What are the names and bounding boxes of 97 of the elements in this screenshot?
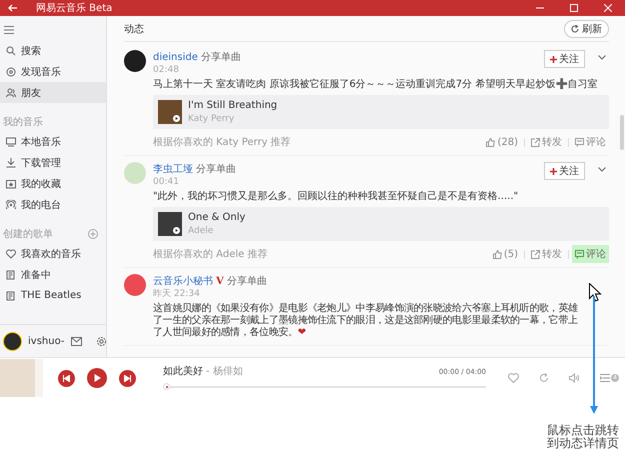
annotation-note: 鼠标点击跳转到动态详情页 [547,424,619,450]
song-card[interactable]: I'm Still Breathing Katy Perry [153,95,609,129]
download-icon [6,158,16,168]
sidebar-item[interactable]: 我的电台 [0,194,106,215]
next-button[interactable] [119,370,136,386]
song-title: I'm Still Breathing [188,100,278,111]
cursor-icon [589,283,602,302]
post-text: "此外，我的坏习惯又是那么多。回顾以往的种种我甚至怀疑自己是不是有资格....." [153,191,520,203]
follow-button[interactable]: 关注 [544,162,585,180]
post-text: 这首姚贝娜的《如果没有你》是电影《老炮儿》中李易峰饰演的张晓波给六爷塞上耳机听的歌，英雄了一生的父亲在那一刻戴上了墨镜掩饰住流下的眼泪，这是这部刚硬的电影里最柔软的一幕，它带上了人世间最好的感情，各位晚安。❤ [153,303,579,339]
post-time: 00:41 [153,176,179,188]
repeat-button[interactable] [539,373,549,383]
song-artist: Katy Perry [188,114,236,124]
window-title: 网易云音乐 Beta [36,2,112,15]
scrollbar-thumb[interactable] [620,115,624,150]
share-icon [531,250,540,258]
play-icon [94,374,100,382]
album-cover [0,359,35,397]
post-time: 昨天 22:34 [153,288,200,300]
section-heading: 创建的歌单 [3,228,53,241]
playlist-icon [6,270,16,280]
song-title: One & Only [188,212,246,223]
comment-button[interactable]: 评论 [572,245,609,263]
share-icon [531,138,540,146]
settings-icon [96,336,106,346]
plus-icon [550,168,557,174]
comment-icon [575,138,584,146]
song-artist: Adele [188,226,214,236]
share-action: 分享单曲 [196,162,236,176]
skip-forward-icon [124,374,131,382]
chevron-down-icon [598,55,606,60]
sidebar-item[interactable]: 搜索 [0,40,106,61]
thumbs-up-icon [486,138,496,146]
sidebar-item[interactable]: 我的收藏 [0,173,106,194]
plus-icon [550,56,557,62]
follow-button[interactable]: 关注 [544,50,585,68]
repeat-icon [539,373,549,383]
sidebar-item[interactable]: 准备中 [0,264,106,285]
sidebar-item[interactable]: 我喜欢的音乐 [0,243,106,264]
more-button[interactable] [595,53,609,62]
maximize-icon [570,4,578,12]
heart-icon [6,248,16,258]
play-icon [173,115,180,122]
refresh-icon [571,24,579,32]
back-arrow-icon [8,4,18,12]
recommendation-note: 根据你喜欢的 Katy Perry 推荐 [153,136,292,149]
share-action: 分享单曲 [226,274,267,288]
author-link[interactable]: 云音乐小秘书 [153,274,213,288]
author-link[interactable]: dieinside [153,52,198,63]
volume-button[interactable] [569,373,580,383]
messages-button[interactable] [70,336,82,346]
song-card[interactable]: One & Only Adele [153,207,609,241]
album-spine [35,359,43,397]
menu-icon [4,26,14,34]
heart-icon [508,373,519,383]
playlist-icon [6,290,16,300]
refresh-button[interactable]: 刷新 [564,20,609,38]
verified-mark: V [216,276,224,287]
play-button[interactable] [87,368,107,388]
speaker-icon [569,373,580,383]
post-text: 马上第十一天 室友请吃肉 原谅我被它征服了6分～～～运动重训完成7分 希望明天早起炒饭➕自习室 [153,79,598,91]
friends-icon [6,88,16,98]
progress-thumb[interactable] [163,383,170,390]
disc-icon [6,66,16,76]
radio-icon [6,200,16,210]
plus-circle-icon [88,229,98,239]
play-icon [173,227,180,234]
sidebar-item[interactable]: 朋友 [0,82,106,103]
close-icon [604,4,612,12]
author-link[interactable]: 李虫工垭 [153,162,193,176]
user-name[interactable]: ivshuo- [28,336,64,346]
sidebar-item[interactable]: 下载管理 [0,152,106,173]
folder-star-icon [6,178,16,188]
thumbs-up-icon [492,250,502,258]
share-action: 分享单曲 [200,50,241,64]
computer-icon [6,136,16,146]
more-button[interactable] [595,165,609,174]
user-avatar[interactable] [124,50,146,72]
song-artist: - 杨俳如 [206,364,244,378]
settings-button[interactable] [96,336,106,346]
search-icon [6,46,16,56]
post-time: 02:48 [153,64,179,76]
envelope-icon [70,336,82,346]
section-heading: 我的音乐 [3,116,43,129]
sidebar-item[interactable]: 本地音乐 [0,131,106,152]
list-icon [600,374,610,382]
like-button[interactable] [508,373,519,383]
song-title: 如此美好 [163,364,203,378]
chevron-down-icon [598,167,606,172]
user-avatar[interactable] [3,332,22,350]
page-title: 动态 [124,22,144,36]
recommendation-note: 根据你喜欢的 Adele 推荐 [153,248,268,261]
skip-back-icon [63,374,70,382]
comment-icon [575,250,584,258]
sidebar-item[interactable]: 发现音乐 [0,61,106,82]
previous-button[interactable] [58,370,75,386]
sidebar-item[interactable]: THE Beatles [0,285,106,306]
